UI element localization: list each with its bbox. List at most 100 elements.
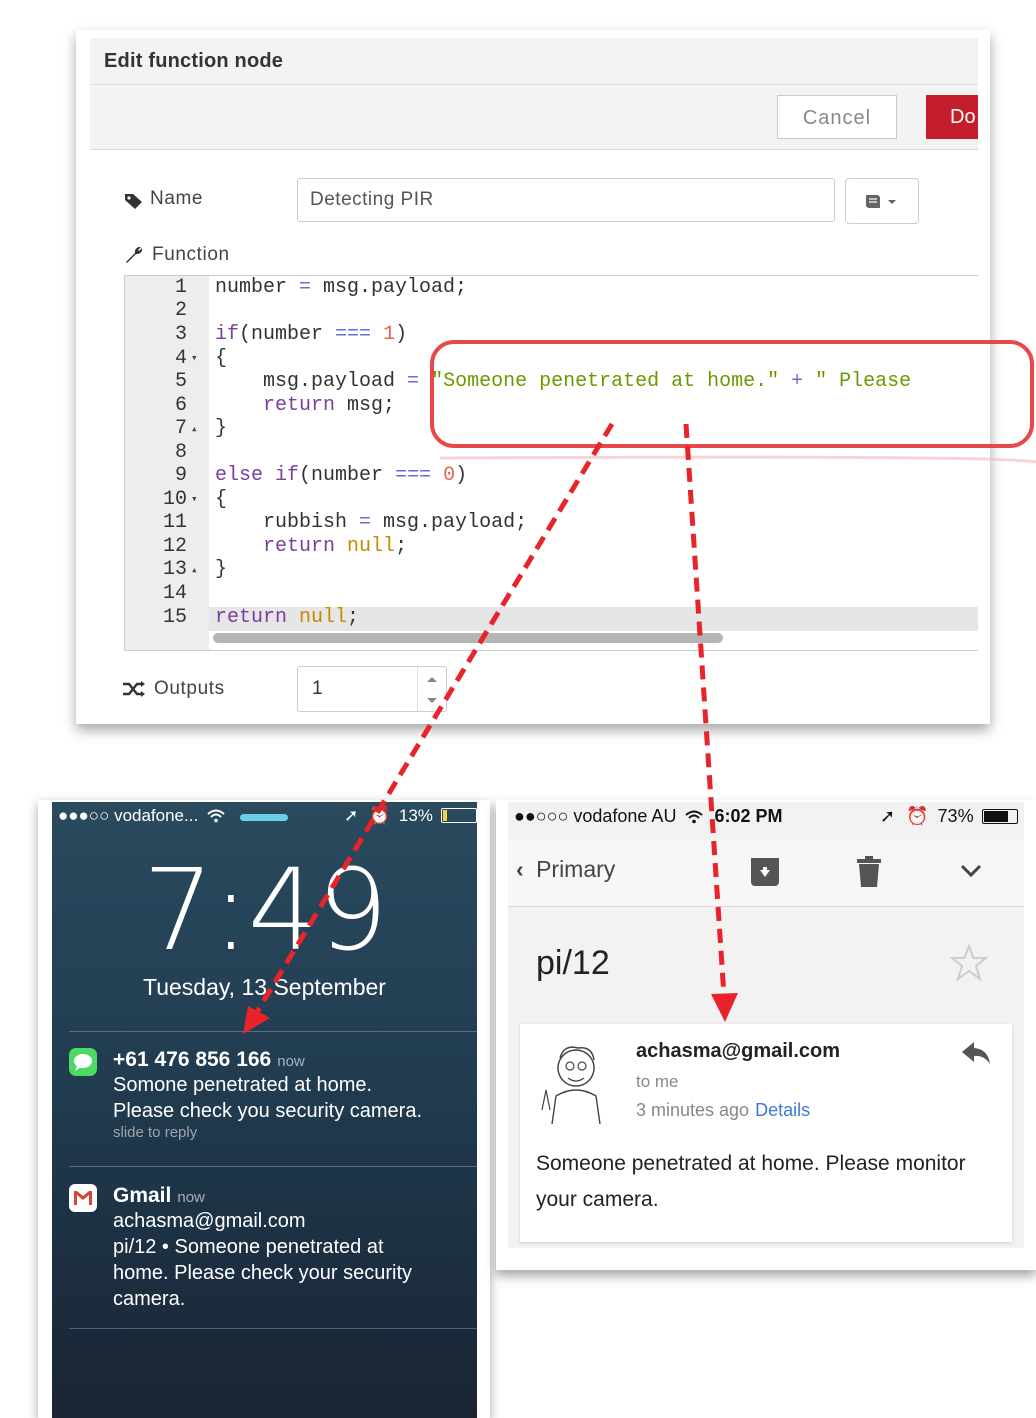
code-line-11: rubbish = msg.payload; [215, 511, 528, 534]
sms-notification[interactable]: +61 476 856 166 now Somone penetrated at … [113, 1048, 422, 1141]
line-number: 15 [162, 606, 187, 629]
code-line-4: { [215, 347, 228, 370]
dialog-toolbar: Cancel Do [90, 85, 978, 150]
wifi-icon [207, 809, 225, 823]
notification-text: pi/12 • Someone penetrated at [113, 1236, 384, 1258]
name-input[interactable]: Detecting PIR [297, 178, 835, 222]
line-number: 13 [162, 558, 187, 581]
line-number: 10 [162, 488, 187, 511]
code-line-13: } [215, 558, 228, 581]
spinner-icon [427, 677, 437, 703]
star-button[interactable] [949, 943, 989, 987]
line-number: 11 [162, 511, 187, 534]
code-line-9: else if(number === 0) [215, 464, 468, 487]
notification-sender: +61 476 856 166 [113, 1048, 272, 1071]
archive-icon [751, 858, 779, 886]
slide-to-reply-hint: slide to reply [113, 1124, 198, 1141]
library-button[interactable] [845, 178, 919, 224]
battery-icon [981, 809, 1018, 824]
notification-text: Please check you security camera. [113, 1100, 423, 1122]
location-icon: ➚ [880, 806, 896, 826]
back-button[interactable]: ‹ Primary [516, 856, 615, 883]
code-editor[interactable]: 1 2 3 4 5 6 7 8 9 10 11 12 13 14 15 ▾ ▴ ▾ ▴ number = m… [124, 275, 978, 651]
code-line-1: number = msg.payload; [215, 276, 468, 299]
notification-app: Gmail [113, 1184, 172, 1207]
divider [69, 1328, 477, 1329]
code-line-15: return null; [215, 606, 360, 629]
line-number: 6 [174, 394, 187, 417]
chevron-down-icon [960, 864, 982, 878]
recipient-label: to me [636, 1072, 679, 1091]
battery-percent: 13% [398, 806, 433, 825]
notification-text: achasma@gmail.com [113, 1210, 306, 1232]
status-bar: ●●●○○ vodafone... [58, 806, 225, 826]
cancel-button[interactable]: Cancel [777, 95, 897, 139]
function-label: Function [152, 244, 230, 265]
alarm-icon: ⏰ [906, 806, 929, 826]
code-line-10: { [215, 488, 228, 511]
archive-button[interactable] [750, 856, 780, 893]
line-number: 2 [174, 299, 187, 322]
back-label: Primary [536, 856, 616, 882]
notification-text: camera. [113, 1288, 186, 1310]
name-label: Name [150, 188, 204, 209]
line-number: 12 [162, 535, 187, 558]
details-link[interactable]: Details [755, 1100, 810, 1120]
outputs-label: Outputs [154, 678, 225, 699]
status-right: ➚ ⏰ 73% [880, 806, 1018, 827]
notification-text: home. Please check your security [113, 1262, 413, 1284]
fold-arrow-icon[interactable]: ▾ [191, 351, 198, 365]
status-time: 6:02 PM [714, 806, 783, 826]
line-number: 8 [174, 441, 187, 464]
carrier-label: ●●○○○ vodafone AU [514, 806, 677, 826]
line-number: 14 [162, 582, 187, 605]
battery-icon [440, 808, 477, 823]
email-body: Someone penetrated at home. Please monit… [536, 1152, 966, 1211]
gmail-toolbar: ‹ Primary [508, 840, 1024, 907]
lock-date: Tuesday, 13 September [143, 974, 386, 1000]
chevron-left-icon: ‹ [516, 856, 524, 882]
gmail-icon [69, 1184, 97, 1217]
code-line-6: return msg; [215, 394, 396, 417]
lock-screen: ●●●○○ vodafone... ➚ ⏰ 13% 7:49 Tuesday, … [52, 802, 477, 1418]
outputs-stepper[interactable]: 1 [297, 666, 447, 712]
book-icon [866, 195, 896, 208]
divider [69, 1166, 477, 1167]
done-button[interactable]: Do [926, 95, 978, 139]
reply-icon [962, 1042, 990, 1064]
line-number: 1 [174, 276, 187, 299]
fold-arrow-icon[interactable]: ▴ [191, 563, 198, 577]
divider [69, 1031, 477, 1032]
fold-arrow-icon[interactable]: ▾ [191, 492, 198, 506]
delete-button[interactable] [856, 856, 882, 893]
status-bar: ●●○○○ vodafone AU 6:02 PM [514, 806, 783, 827]
lock-clock: 7:49 [142, 846, 389, 976]
notification-time: now [277, 1053, 305, 1070]
code-line-7: } [215, 417, 228, 440]
more-options-button[interactable] [960, 864, 982, 883]
horizontal-scrollbar[interactable] [213, 633, 723, 643]
gmail-notification[interactable]: Gmail now achasma@gmail.com pi/12 • Someo… [113, 1184, 412, 1312]
wrench-icon [124, 245, 144, 270]
line-number: 7 [174, 417, 187, 440]
dialog-header: Edit function node [90, 38, 978, 85]
notification-time: now [177, 1189, 205, 1206]
gmail-screen: ●●○○○ vodafone AU 6:02 PM ➚ ⏰ 73% ‹ Prim… [508, 802, 1024, 1248]
battery-percent: 73% [937, 806, 974, 826]
location-icon: ➚ [344, 806, 359, 825]
trash-icon [857, 856, 881, 887]
reply-button[interactable] [960, 1040, 992, 1071]
alarm-icon: ⏰ [368, 806, 391, 825]
messages-icon [69, 1048, 97, 1081]
email-time: 3 minutes ago Details [636, 1100, 810, 1121]
line-number: 3 [174, 323, 187, 346]
notification-text: Somone penetrated at home. [113, 1074, 373, 1096]
line-number: 4 [174, 347, 187, 370]
code-line-3: if(number === 1) [215, 323, 408, 346]
iphone-lock-screen-screenshot: ●●●○○ vodafone... ➚ ⏰ 13% 7:49 Tuesday, … [38, 800, 490, 1418]
stepper-arrows[interactable] [417, 667, 446, 711]
tag-icon [124, 192, 144, 215]
dialog-title: Edit function node [104, 50, 284, 72]
fold-arrow-icon[interactable]: ▴ [191, 422, 198, 436]
line-number: 9 [174, 464, 187, 487]
